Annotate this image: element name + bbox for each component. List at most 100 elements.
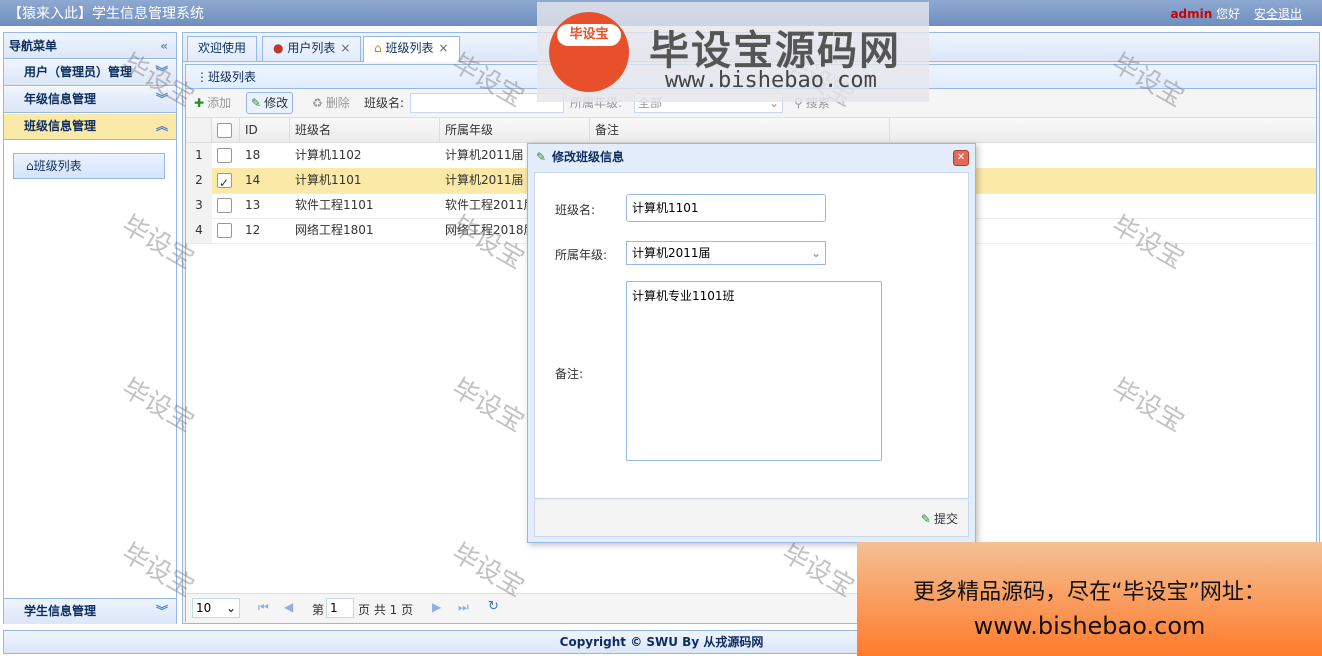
- tab-welcome[interactable]: 欢迎使用: [187, 36, 258, 61]
- panel-title-text: 班级列表: [208, 70, 257, 84]
- remark-textarea[interactable]: 计算机专业1101班: [626, 281, 882, 461]
- column-header-grade[interactable]: 所属年级: [440, 118, 590, 142]
- logo-url-text: www.bishebao.com: [665, 68, 877, 93]
- grade-select-value: 计算机2011届: [632, 246, 711, 260]
- banner-line1: 更多精品源码，尽在“毕设宝”网址：: [913, 580, 1266, 605]
- row-checkbox[interactable]: [217, 148, 232, 163]
- pencil-icon: ✎: [920, 512, 931, 526]
- delete-label: 删除: [325, 96, 350, 110]
- nav-title-text: 导航菜单: [9, 39, 58, 53]
- banner-line2: www.bishebao.com: [973, 612, 1206, 640]
- nav-section-class[interactable]: 班级信息管理 ︽: [4, 114, 176, 140]
- submit-label: 提交: [933, 512, 958, 526]
- first-page-icon[interactable]: ⏮: [258, 600, 269, 615]
- close-icon[interactable]: ✕: [953, 150, 969, 166]
- chevron-down-icon: ⌄: [810, 246, 821, 260]
- chevron-down-icon: ︾: [155, 604, 168, 618]
- next-page-icon[interactable]: ▶: [432, 600, 441, 614]
- cell-id: 18: [245, 148, 261, 162]
- cell-id: 12: [245, 223, 261, 237]
- select-all-header[interactable]: [212, 118, 240, 142]
- cell-name: 网络工程1801: [295, 223, 374, 237]
- dialog-title: ✎ 修改班级信息: [528, 144, 975, 170]
- refresh-icon[interactable]: ↻: [488, 599, 499, 614]
- add-icon: ✚: [194, 96, 205, 110]
- nav-section-label: 学生信息管理: [24, 604, 97, 618]
- home-icon: ⌂: [374, 41, 382, 55]
- grade-select[interactable]: 计算机2011届 ⌄: [626, 241, 826, 265]
- chevron-down-icon: ︾: [155, 92, 168, 106]
- prev-page-icon[interactable]: ◀: [284, 600, 293, 614]
- edit-label: 修改: [264, 96, 289, 110]
- cell-name: 计算机1101: [295, 173, 362, 187]
- grip-icon: ⋮: [196, 70, 208, 84]
- grid-header: ID 班级名 所属年级 备注: [186, 118, 1316, 143]
- dialog-title-text: 修改班级信息: [552, 150, 625, 164]
- row-number: 2: [186, 168, 212, 193]
- row-checkbox[interactable]: [217, 171, 232, 193]
- sidebar-item-class-list[interactable]: ⌂班级列表: [13, 153, 165, 179]
- last-page-icon[interactable]: ⏭: [458, 600, 469, 615]
- nav-panel: 导航菜单 « 用户（管理员）管理 ︾ 年级信息管理 ︾ 班级信息管理 ︽ ⌂班级…: [3, 32, 177, 624]
- site-logo-overlay: 毕设宝 毕设宝源码网 www.bishebao.com: [537, 2, 929, 102]
- chevron-down-icon: ⌄: [225, 601, 236, 615]
- row-select[interactable]: [212, 168, 240, 193]
- row-select[interactable]: [212, 218, 240, 243]
- grade-field-label: 所属年级:: [555, 248, 608, 262]
- cell-id: 13: [245, 198, 261, 212]
- nav-title: 导航菜单 «: [4, 33, 176, 59]
- pencil-icon: ✎: [251, 96, 262, 110]
- pencil-icon: ✎: [536, 150, 547, 164]
- collapse-nav-icon[interactable]: «: [160, 33, 168, 59]
- delete-button[interactable]: ♻ 删除: [310, 93, 350, 113]
- trash-icon: ♻: [312, 96, 323, 110]
- nav-section-grade[interactable]: 年级信息管理 ︾: [4, 87, 176, 113]
- logo-badge: 毕设宝: [549, 12, 629, 92]
- page-number-input[interactable]: 1: [326, 598, 354, 618]
- rownum-header: [186, 118, 212, 142]
- dialog-footer: ✎ 提交: [534, 500, 969, 537]
- column-header-name[interactable]: 班级名: [290, 118, 440, 142]
- home-icon: ⌂: [26, 159, 34, 173]
- column-header-id[interactable]: ID: [240, 118, 290, 142]
- close-icon[interactable]: ×: [438, 41, 448, 55]
- chevron-up-icon: ︽: [155, 119, 168, 133]
- user-icon: ●: [273, 41, 284, 55]
- current-user: admin: [1170, 7, 1213, 21]
- tab-user-list[interactable]: ● 用户列表 ×: [262, 36, 362, 61]
- row-select[interactable]: [212, 143, 240, 168]
- column-header-remark[interactable]: 备注: [590, 118, 890, 142]
- tab-label: 用户列表: [287, 41, 336, 55]
- row-select[interactable]: [212, 193, 240, 218]
- tab-class-list[interactable]: ⌂ 班级列表 ×: [363, 36, 460, 62]
- page-suffix: 页 共 1 页: [358, 603, 414, 617]
- logo-badge-text: 毕设宝: [557, 24, 621, 46]
- header-user-area: admin 您好 安全退出: [1170, 5, 1302, 22]
- page-size-select[interactable]: 10 ⌄: [192, 598, 240, 618]
- tab-label: 班级列表: [385, 41, 434, 55]
- submit-button[interactable]: ✎ 提交: [921, 510, 958, 527]
- logout-link[interactable]: 安全退出: [1254, 7, 1302, 21]
- nav-section-label: 班级信息管理: [24, 119, 97, 133]
- app-title: 【猿来入此】学生信息管理系统: [8, 6, 204, 22]
- row-number: 4: [186, 218, 212, 243]
- dialog-body: 班级名: 计算机1101 所属年级: 计算机2011届 ⌄ 备注: 计算机专业1…: [534, 172, 969, 499]
- row-checkbox[interactable]: [217, 198, 232, 213]
- add-label: 添加: [207, 96, 232, 110]
- chevron-down-icon: ︾: [155, 65, 168, 79]
- class-name-field-label: 班级名:: [555, 203, 596, 217]
- edit-button[interactable]: ✎ 修改: [246, 92, 294, 114]
- nav-section-label: 用户（管理员）管理: [24, 65, 133, 79]
- nav-section-label: 年级信息管理: [24, 92, 97, 106]
- close-icon[interactable]: ×: [340, 41, 350, 55]
- select-all-checkbox[interactable]: [217, 123, 232, 138]
- cell-name: 计算机1102: [295, 148, 362, 162]
- class-name-field[interactable]: 计算机1101: [626, 194, 826, 222]
- nav-section-user[interactable]: 用户（管理员）管理 ︾: [4, 60, 176, 86]
- class-name-label: 班级名:: [364, 96, 405, 110]
- add-button[interactable]: ✚ 添加: [192, 93, 231, 113]
- row-checkbox[interactable]: [217, 223, 232, 238]
- page-size-value: 10: [196, 601, 212, 615]
- tab-label: 欢迎使用: [198, 41, 247, 55]
- nav-section-student[interactable]: 学生信息管理 ︾: [4, 598, 176, 624]
